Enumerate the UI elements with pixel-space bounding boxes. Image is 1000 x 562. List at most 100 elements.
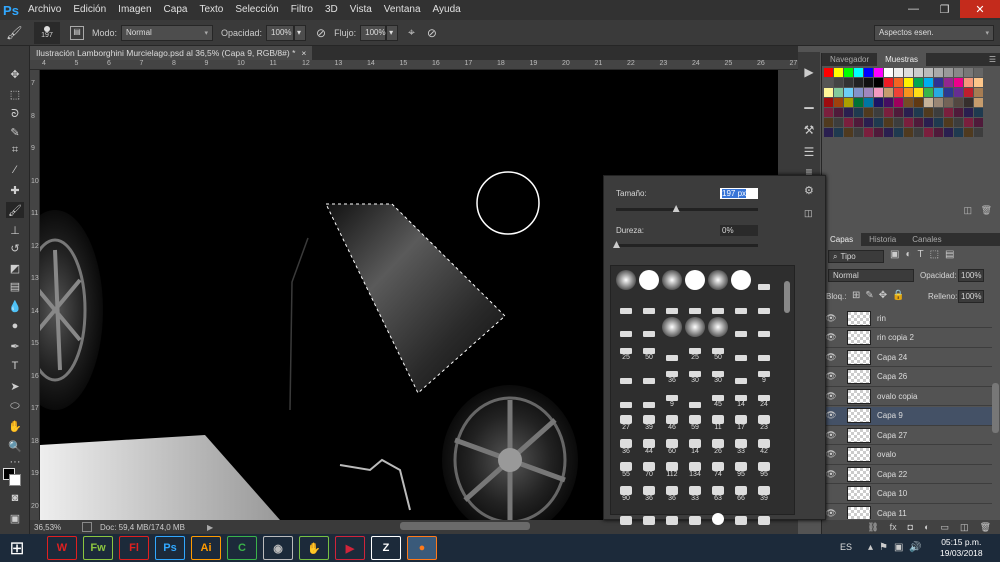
tab-muestras[interactable]: Muestras (877, 53, 927, 66)
trash-icon[interactable]: 🗑 (981, 205, 992, 216)
color-swatch[interactable] (924, 78, 933, 87)
brush-preset[interactable] (753, 292, 775, 314)
menu-item[interactable]: Filtro (285, 0, 319, 20)
color-swatch[interactable] (844, 88, 853, 97)
brush-preset[interactable] (661, 503, 683, 525)
brush-preset[interactable] (730, 503, 752, 525)
color-swatch[interactable] (924, 108, 933, 117)
color-swatch[interactable] (904, 78, 913, 87)
lasso-tool-icon[interactable]: ᘐ (6, 106, 24, 122)
opacity-slider-toggle[interactable]: ▾ (294, 24, 307, 41)
color-swatch[interactable] (974, 88, 983, 97)
color-swatch[interactable] (824, 88, 833, 97)
fill-input[interactable]: 100% (958, 290, 984, 303)
eraser-tool-icon[interactable]: ◩ (6, 260, 24, 276)
menu-item[interactable]: Capa (158, 0, 194, 20)
taskbar-app-icon[interactable]: ◉ (263, 536, 293, 560)
airbrush-icon[interactable]: ⌖ (408, 25, 415, 40)
color-swatch[interactable] (904, 108, 913, 117)
layers-scrollbar[interactable] (992, 383, 999, 433)
brush-preset[interactable] (638, 362, 660, 384)
color-swatch[interactable] (894, 88, 903, 97)
brush-preset[interactable]: 45 (707, 386, 729, 408)
taskbar-app-icon[interactable]: Fl (119, 536, 149, 560)
color-swatch[interactable] (964, 68, 973, 77)
brush-preset[interactable]: 134 (684, 456, 706, 478)
color-swatch[interactable] (964, 88, 973, 97)
mask-icon[interactable]: ◘ (908, 522, 913, 532)
brush-preset[interactable]: 9 (753, 362, 775, 384)
brush-preset[interactable]: 25 (684, 339, 706, 361)
color-swatch[interactable] (944, 108, 953, 117)
marquee-tool-icon[interactable]: ⬚ (6, 86, 24, 102)
tab-close-icon[interactable]: × (301, 46, 306, 60)
close-icon[interactable]: ✕ (960, 0, 1000, 18)
color-swatch[interactable] (884, 128, 893, 137)
mode-select[interactable]: Normal (121, 24, 214, 41)
flow-slider-toggle[interactable]: ▾ (386, 24, 399, 41)
pen-tool-icon[interactable]: ✒ (6, 338, 24, 354)
status-menu-arrow-icon[interactable]: ▶ (207, 523, 213, 532)
brush-preset[interactable]: 55 (615, 456, 637, 478)
pressure-opacity-icon[interactable]: ⊘ (316, 26, 326, 40)
brush-panel-icon[interactable]: ▤ (70, 25, 84, 40)
brush-preset[interactable] (615, 292, 637, 314)
screen-mode-icon[interactable]: ▣ (6, 510, 24, 526)
brush-preset[interactable] (615, 386, 637, 408)
path-select-tool-icon[interactable]: ➤ (6, 378, 24, 394)
color-swatch[interactable] (944, 128, 953, 137)
clone-stamp-tool-icon[interactable]: ⊥ (6, 222, 24, 238)
color-swatch[interactable] (944, 68, 953, 77)
layer-filter-icons[interactable]: ▣◐T⬚▤ (890, 249, 961, 260)
eyedropper-tool-icon[interactable]: ⁄ (6, 162, 24, 178)
tab-canales[interactable]: Canales (904, 233, 949, 246)
layer-row[interactable]: 👁 Capa 27 (822, 426, 992, 445)
color-swatch[interactable] (934, 68, 943, 77)
color-swatch[interactable] (914, 78, 923, 87)
color-swatch[interactable] (944, 118, 953, 127)
brush-preset[interactable] (684, 315, 706, 337)
color-swatch[interactable] (834, 118, 843, 127)
color-swatch[interactable] (934, 128, 943, 137)
brush-preset[interactable]: 70 (638, 456, 660, 478)
brush-preset[interactable]: 30 (707, 362, 729, 384)
color-swatch[interactable] (834, 98, 843, 107)
color-swatch[interactable] (914, 98, 923, 107)
brush-preset[interactable] (707, 292, 729, 314)
color-swatch[interactable] (974, 118, 983, 127)
brush-preset[interactable]: 60 (661, 433, 683, 455)
brush-preset[interactable]: 63 (707, 480, 729, 502)
brush-preset[interactable]: 95 (753, 456, 775, 478)
color-swatch[interactable] (944, 78, 953, 87)
preset-scrollbar[interactable] (784, 281, 790, 313)
layer-row[interactable]: 👁 rin copia 2 (822, 329, 992, 348)
tab-historia[interactable]: Historia (861, 233, 904, 246)
taskbar-app-icon[interactable]: ✋ (299, 536, 329, 560)
brush-preset[interactable] (638, 503, 660, 525)
brush-preset[interactable] (753, 268, 775, 290)
minimize-icon[interactable]: — (898, 0, 929, 18)
brush-tool-icon[interactable]: 🖌 (6, 202, 24, 218)
link-icon[interactable]: ⛓ (867, 522, 878, 533)
brush-preset[interactable]: 33 (730, 433, 752, 455)
layer-row[interactable]: 👁 Capa 9 (822, 406, 992, 426)
brush-preset[interactable]: 26 (707, 433, 729, 455)
language-indicator[interactable]: ES (840, 542, 852, 552)
layer-row[interactable]: Capa 10 (822, 485, 992, 504)
layer-opacity-input[interactable]: 100% (958, 269, 984, 282)
brush-preset[interactable] (730, 339, 752, 361)
color-swatch[interactable] (834, 128, 843, 137)
taskbar-app-icon[interactable]: Fw (83, 536, 113, 560)
flow-input[interactable]: 100% (360, 24, 387, 41)
brush-preset[interactable] (730, 362, 752, 384)
color-swatch[interactable] (884, 68, 893, 77)
adjustment-icon[interactable]: ◐ (924, 522, 929, 532)
brush-preset[interactable] (684, 386, 706, 408)
blend-mode-select[interactable]: Normal (828, 269, 914, 282)
color-swatch[interactable] (874, 88, 883, 97)
brush-preset[interactable] (730, 292, 752, 314)
blur-tool-icon[interactable]: 💧 (6, 298, 24, 314)
brush-preset[interactable] (638, 315, 660, 337)
type-tool-icon[interactable]: T (6, 358, 24, 374)
crop-tool-icon[interactable]: ⌗ (6, 142, 24, 158)
